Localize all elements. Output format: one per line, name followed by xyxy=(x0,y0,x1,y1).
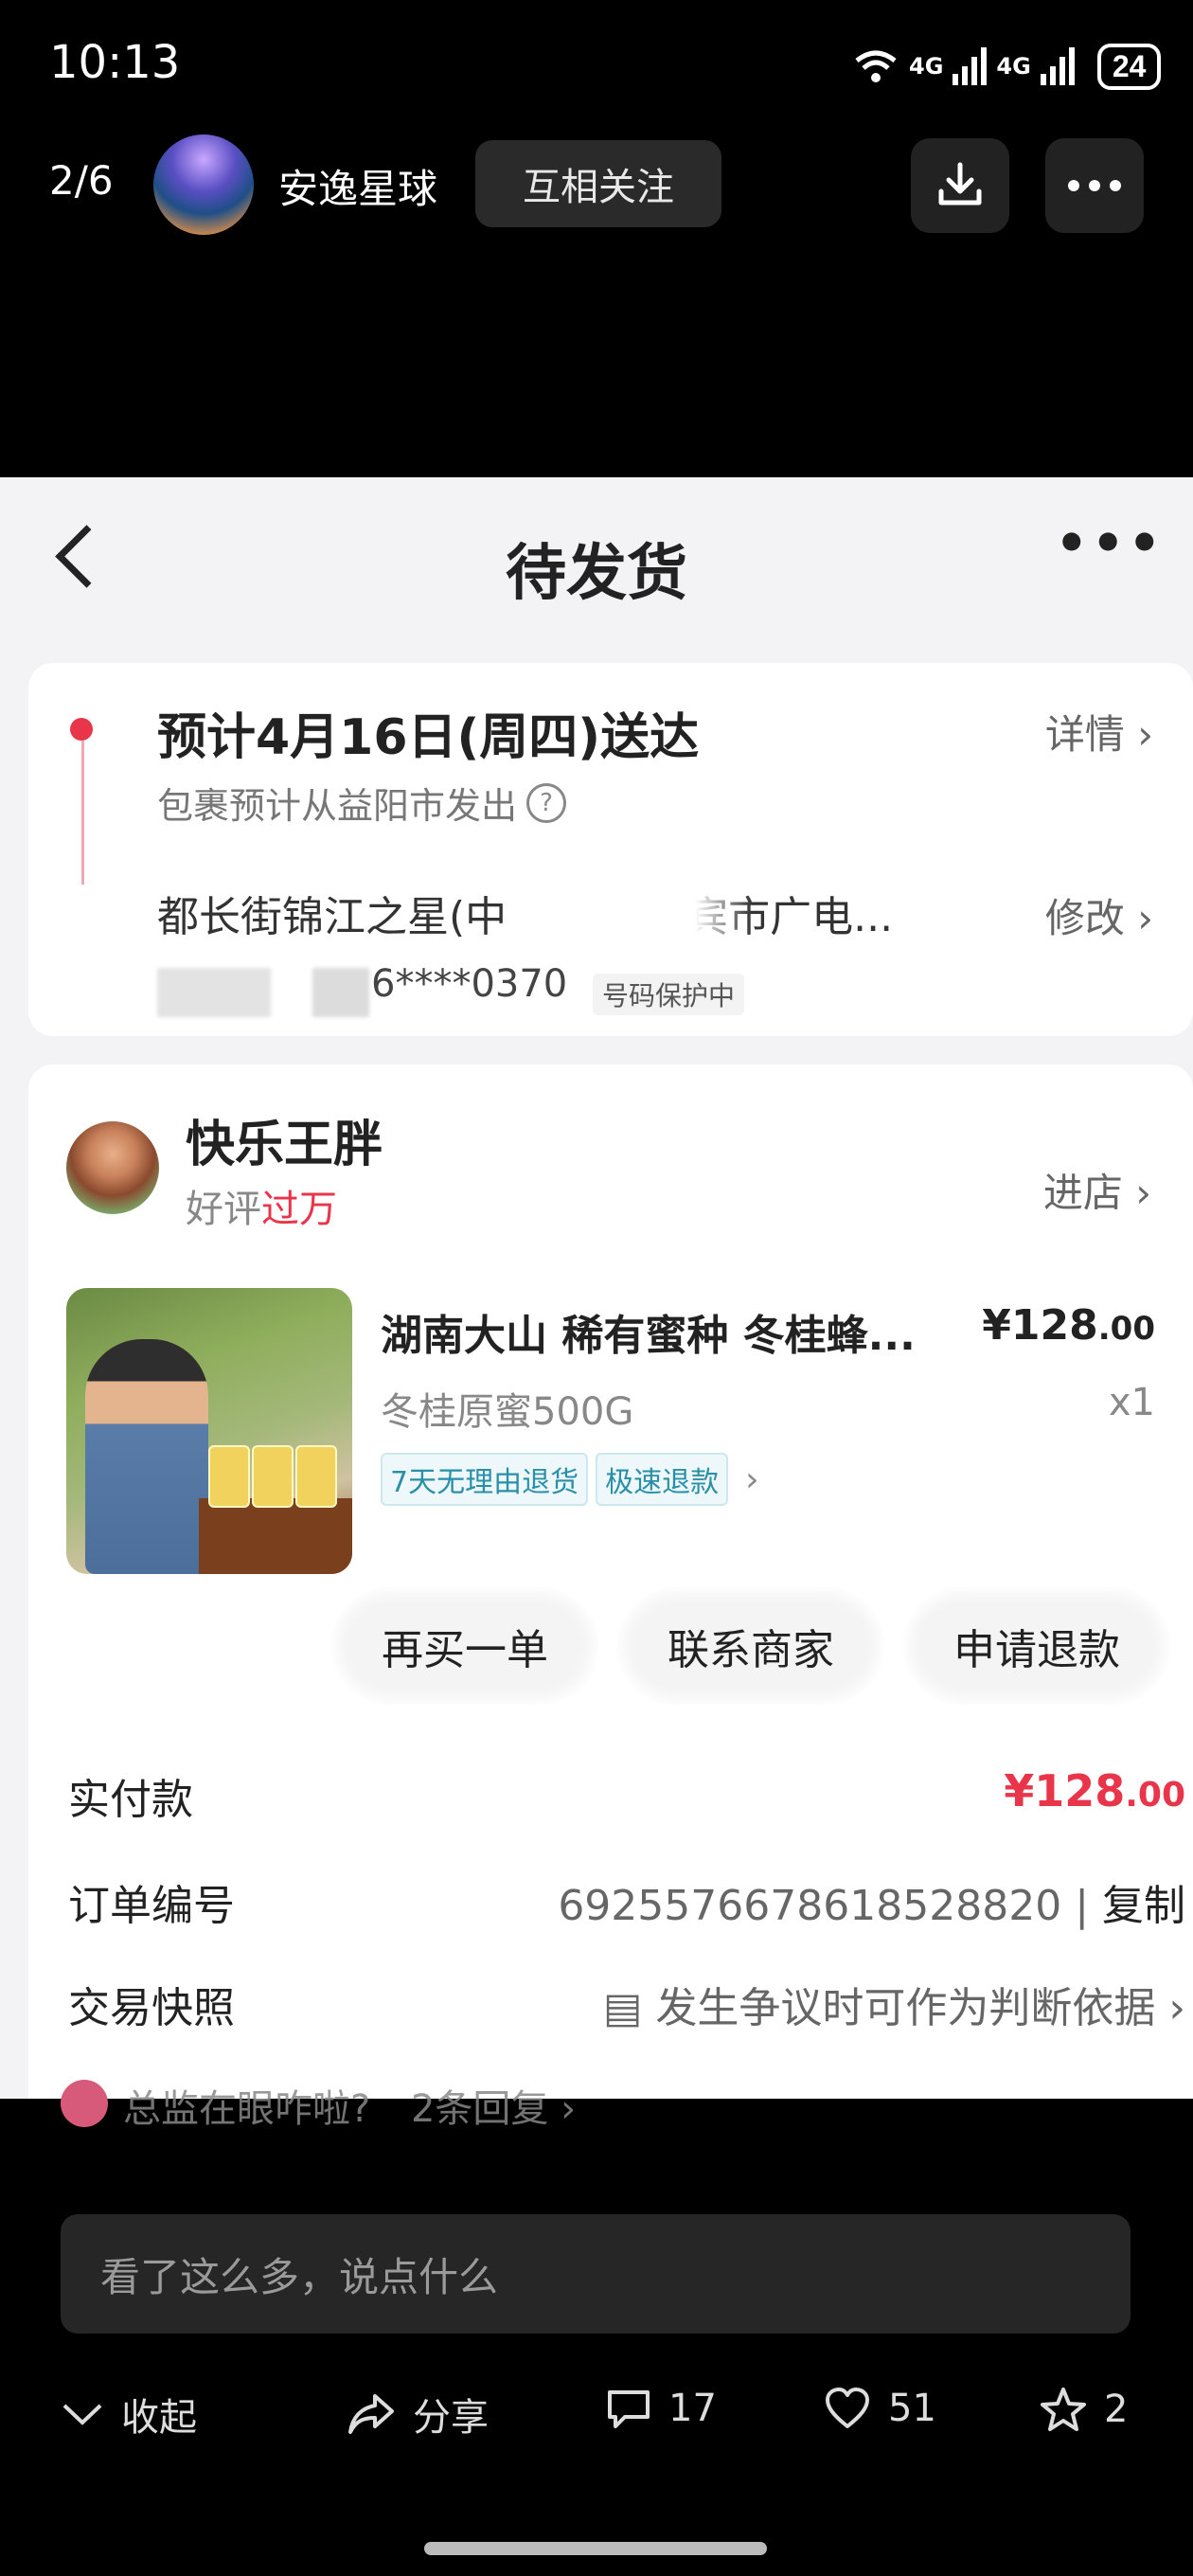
comment-replies-link[interactable]: 2条回复 › xyxy=(411,2087,576,2131)
request-refund-button: 申请退款 xyxy=(903,1587,1170,1705)
order-number-row: 订单编号 6925576678618528820 | 复制 xyxy=(68,1871,1185,1932)
phone-protection-tag: 号码保护中 xyxy=(593,974,745,1015)
signal-icon-2 xyxy=(1040,47,1075,85)
comment-preview-text: 总监在眼咋啦? xyxy=(123,2087,371,2131)
paid-amount: ¥128.00 xyxy=(1004,1765,1185,1816)
honey-jar xyxy=(208,1445,250,1508)
download-icon xyxy=(938,162,982,206)
product-photo-table xyxy=(199,1498,352,1574)
likes-count: 51 xyxy=(888,2387,936,2430)
star-icon xyxy=(1041,2388,1086,2431)
product-price-main: ¥128 xyxy=(982,1301,1098,1350)
snapshot-label: 交易快照 xyxy=(68,1984,235,2032)
order-screenshot[interactable]: 待发货 ••• 预计4月16日(周四)送达 包裹预计从益阳市发出 ? 详情 › … xyxy=(0,477,1193,2099)
phone-redaction xyxy=(312,968,369,1017)
share-button[interactable]: 分享 xyxy=(347,2387,489,2442)
product-photo-person xyxy=(85,1339,208,1574)
signal-icon xyxy=(953,47,988,85)
enter-shop-link: 进店 › xyxy=(1042,1170,1151,1216)
paid-row: 实付款 ¥128.00 xyxy=(68,1765,1185,1826)
product-quantity: x1 xyxy=(1108,1381,1155,1424)
service-tag: 7天无理由退货 xyxy=(381,1453,589,1506)
heart-icon xyxy=(826,2388,869,2428)
header-more-icon: ••• xyxy=(1055,513,1165,573)
product-title: 湖南大山 稀有蜜种 冬桂蜂... xyxy=(381,1312,916,1360)
share-icon xyxy=(348,2394,394,2434)
collapse-label: 收起 xyxy=(121,2396,197,2440)
service-tag: 极速退款 xyxy=(596,1453,729,1506)
shop-rating: 好评过万 xyxy=(186,1178,337,1233)
battery-indicator: 24 xyxy=(1096,43,1162,90)
address-head: 都长街锦江之星(中 xyxy=(157,893,507,941)
status-time: 10:13 xyxy=(49,36,181,89)
shop-avatar xyxy=(66,1121,159,1214)
stars-count: 2 xyxy=(1104,2388,1129,2431)
delivery-origin: 包裹预计从益阳市发出 ? xyxy=(157,777,567,829)
network-label-1: 4G xyxy=(909,53,944,80)
paid-label: 实付款 xyxy=(68,1776,193,1824)
download-button[interactable] xyxy=(911,138,1009,233)
author-avatar[interactable] xyxy=(153,134,254,235)
paid-amount-cents: .00 xyxy=(1125,1776,1185,1815)
wifi-icon xyxy=(855,50,897,82)
shop-name: 快乐王胖 xyxy=(186,1117,383,1173)
copy-button: 复制 xyxy=(1102,1882,1185,1930)
like-button[interactable]: 51 xyxy=(824,2387,936,2430)
network-label-2: 4G xyxy=(996,53,1031,80)
order-action-buttons: 再买一单 联系商家 申请退款 xyxy=(331,1587,1170,1705)
comments-count: 17 xyxy=(668,2387,717,2430)
chevron-right-icon: › xyxy=(745,1459,759,1499)
comment-preview[interactable]: 总监在眼咋啦? 2条回复 › xyxy=(123,2078,576,2133)
modify-link: 修改 › xyxy=(1044,895,1153,941)
commenter-avatar[interactable] xyxy=(61,2080,108,2127)
product-price: ¥128.00 xyxy=(982,1301,1155,1350)
detail-link: 详情 › xyxy=(1044,711,1153,758)
snapshot-value: ▤ 发生争议时可作为判断依据 › xyxy=(602,1984,1185,2032)
honey-jar xyxy=(252,1445,294,1508)
rating-value: 过万 xyxy=(261,1188,337,1231)
address-redaction xyxy=(562,886,752,938)
buy-again-button: 再买一单 xyxy=(331,1587,598,1705)
order-status-title: 待发货 xyxy=(506,539,687,609)
page-indicator: 2/6 xyxy=(49,157,114,204)
comment-input[interactable]: 看了这么多，说点什么 xyxy=(61,2214,1131,2334)
comments-button[interactable]: 17 xyxy=(606,2387,717,2430)
collapse-button[interactable]: 收起 xyxy=(61,2387,197,2442)
order-number: 6925576678618528820 xyxy=(558,1882,1062,1930)
more-icon xyxy=(1068,180,1121,191)
timeline-line xyxy=(81,741,84,885)
product-image xyxy=(66,1288,352,1574)
favorite-button[interactable]: 2 xyxy=(1040,2387,1128,2432)
name-redaction xyxy=(157,968,271,1017)
paid-amount-main: ¥128 xyxy=(1004,1765,1126,1816)
comment-icon xyxy=(608,2390,650,2428)
status-icons: 4G 4G 24 xyxy=(852,43,1162,90)
order-header: 待发货 ••• xyxy=(0,477,1193,638)
timeline-dot-active xyxy=(70,718,93,741)
snapshot-row: 交易快照 ▤ 发生争议时可作为判断依据 › xyxy=(68,1974,1185,2034)
phone-number: 6****0370 xyxy=(371,962,568,1006)
order-number-value: 6925576678618528820 | 复制 xyxy=(558,1882,1185,1930)
delivery-eta: 预计4月16日(周四)送达 xyxy=(157,709,700,766)
delivery-card: 预计4月16日(周四)送达 包裹预计从益阳市发出 ? 详情 › 都长街锦江之星(… xyxy=(28,663,1193,1114)
honey-jar xyxy=(295,1445,337,1508)
contact-seller-button: 联系商家 xyxy=(617,1587,884,1705)
share-label: 分享 xyxy=(413,2396,489,2440)
question-icon: ? xyxy=(526,782,567,823)
rating-prefix: 好评 xyxy=(186,1188,261,1231)
chevron-down-icon xyxy=(62,2404,102,2425)
home-indicator[interactable] xyxy=(424,2542,767,2555)
author-name[interactable]: 安逸星球 xyxy=(278,157,437,215)
shop-card: 快乐王胖 好评过万 进店 › 湖南大山 稀有蜜种 冬桂蜂... ¥128.00 … xyxy=(28,1064,1193,2099)
product-price-cents: .00 xyxy=(1097,1310,1155,1348)
follow-button[interactable]: 互相关注 xyxy=(475,140,721,227)
action-bar: 收起 分享 17 51 2 xyxy=(0,2387,1193,2462)
service-tags: 7天无理由退货 极速退款 › xyxy=(381,1453,759,1506)
delivery-origin-text: 包裹预计从益阳市发出 xyxy=(157,785,518,827)
product-spec: 冬桂原蜜500G xyxy=(381,1390,634,1434)
order-number-label: 订单编号 xyxy=(68,1882,235,1930)
snapshot-text: 发生争议时可作为判断依据 › xyxy=(655,1984,1185,2032)
more-button[interactable] xyxy=(1045,138,1144,233)
